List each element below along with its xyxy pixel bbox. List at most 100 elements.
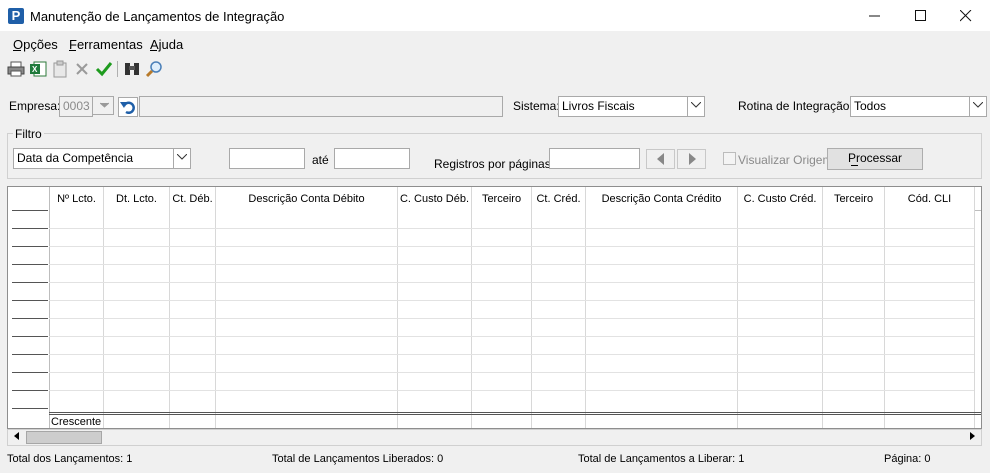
column-divider	[974, 187, 975, 428]
filter-group-label: Filtro	[13, 127, 44, 141]
column-divider	[49, 187, 50, 428]
row-indicator	[12, 264, 48, 265]
row-indicator	[12, 300, 48, 301]
scroll-thumb[interactable]	[26, 431, 102, 444]
col-header-ctdeb[interactable]: Ct. Déb.	[170, 187, 216, 211]
column-divider	[884, 187, 885, 428]
col-header-desc-debito[interactable]: Descrição Conta Débito	[216, 187, 398, 211]
row-indicator	[12, 282, 48, 283]
mnemonic-underline	[851, 165, 858, 166]
rotina-label: Rotina de Integração:	[738, 99, 853, 113]
col-header-terceiro-deb[interactable]: Terceiro	[472, 187, 532, 211]
table-row	[49, 372, 974, 373]
empresa-dropdown-button[interactable]	[93, 96, 114, 115]
delete-icon[interactable]	[73, 60, 91, 78]
table-row	[49, 228, 974, 229]
processar-button[interactable]: Processar	[827, 148, 923, 170]
title-bar: P Manutenção de Lançamentos de Integraçã…	[0, 0, 990, 31]
prev-page-button[interactable]	[646, 149, 675, 169]
chevron-right-icon	[688, 153, 696, 165]
menu-bar: Opções Ferramentas Ajuda	[0, 31, 990, 57]
status-total-liberados: Total de Lançamentos Liberados: 0	[272, 453, 444, 465]
column-divider	[103, 187, 104, 428]
visualizar-origem-checkbox[interactable]	[723, 152, 736, 165]
undo-button[interactable]	[118, 97, 138, 117]
ate-label: até	[312, 153, 329, 167]
column-divider	[822, 187, 823, 428]
sistema-value: Livros Fiscais	[562, 99, 635, 113]
mnemonic-underline	[69, 50, 76, 51]
empresa-code-input[interactable]: 0003	[59, 96, 93, 117]
rotina-value: Todos	[854, 99, 887, 113]
sort-order-label: Crescente	[51, 416, 102, 428]
sistema-dropdown-button[interactable]	[687, 97, 704, 116]
col-header-cod-cli[interactable]: Cód. CLI	[885, 187, 975, 211]
close-icon	[959, 9, 972, 22]
sistema-select[interactable]: Livros Fiscais	[558, 96, 705, 117]
next-page-button[interactable]	[677, 149, 706, 169]
registros-input[interactable]	[549, 148, 640, 169]
table-row	[49, 390, 974, 391]
row-indicator	[12, 336, 48, 337]
scroll-left-button[interactable]	[8, 430, 25, 445]
col-header-nlcto[interactable]: Nº Lcto.	[50, 187, 104, 211]
row-indicator	[12, 210, 48, 211]
horizontal-scrollbar[interactable]	[7, 429, 982, 446]
rotina-select[interactable]: Todos	[850, 96, 987, 117]
chevron-down-icon	[99, 102, 110, 108]
close-button[interactable]	[943, 0, 989, 31]
zoom-icon[interactable]	[145, 60, 163, 78]
column-divider	[215, 187, 216, 428]
col-header-ccusto-deb[interactable]: C. Custo Déb.	[398, 187, 472, 211]
column-divider	[585, 187, 586, 428]
col-header-ctcred[interactable]: Ct. Créd.	[532, 187, 586, 211]
col-header-desc-credito[interactable]: Descrição Conta Crédito	[586, 187, 738, 211]
maximize-button[interactable]	[898, 0, 944, 31]
lancamentos-grid[interactable]: Nº Lcto. Dt. Lcto. Ct. Déb. Descrição Co…	[7, 186, 982, 429]
row-indicator	[12, 246, 48, 247]
chevron-down-icon	[690, 101, 702, 108]
app-logo-icon: P	[8, 8, 24, 24]
col-header-ccusto-cred[interactable]: C. Custo Créd.	[738, 187, 823, 211]
visualizar-origem-label: Visualizar Origem	[738, 153, 833, 167]
table-row	[49, 246, 974, 247]
grid-footer-separator	[49, 414, 981, 415]
binoculars-icon[interactable]	[123, 60, 141, 78]
table-row	[49, 318, 974, 319]
sistema-label: Sistema:	[513, 99, 560, 113]
menu-ferramentas[interactable]: Ferramentas	[69, 37, 143, 52]
svg-text:X: X	[32, 65, 38, 74]
maximize-icon	[915, 9, 926, 21]
arrow-right-icon	[970, 432, 975, 440]
undo-icon	[120, 101, 135, 114]
excel-export-icon[interactable]: X	[29, 60, 47, 78]
col-header-terceiro-cred[interactable]: Terceiro	[823, 187, 885, 211]
row-indicator	[12, 372, 48, 373]
column-divider	[397, 187, 398, 428]
minimize-icon	[869, 15, 880, 17]
scroll-right-button[interactable]	[964, 430, 981, 445]
confirm-icon[interactable]	[95, 60, 113, 78]
date-from-input[interactable]	[229, 148, 305, 169]
registros-label: Registros por páginas:	[434, 157, 555, 171]
printer-icon[interactable]	[7, 60, 25, 78]
column-divider	[737, 187, 738, 428]
date-type-dropdown-button[interactable]	[173, 149, 190, 168]
date-to-input[interactable]	[334, 148, 410, 169]
date-type-value: Data da Competência	[17, 151, 134, 165]
status-total-lancamentos: Total dos Lançamentos: 1	[7, 453, 133, 465]
table-row	[49, 264, 974, 265]
status-total-a-liberar: Total de Lançamentos a Liberar: 1	[578, 453, 745, 465]
date-type-select[interactable]: Data da Competência	[13, 148, 191, 169]
minimize-button[interactable]	[852, 0, 898, 31]
row-indicator	[12, 390, 48, 391]
column-divider	[169, 187, 170, 428]
rotina-dropdown-button[interactable]	[969, 97, 986, 116]
table-row	[49, 336, 974, 337]
column-divider	[531, 187, 532, 428]
processar-label: Processar	[847, 151, 903, 165]
col-header-dtlcto[interactable]: Dt. Lcto.	[104, 187, 170, 211]
clipboard-icon[interactable]	[51, 60, 69, 78]
row-indicator	[12, 354, 48, 355]
grid-corner	[8, 187, 50, 211]
